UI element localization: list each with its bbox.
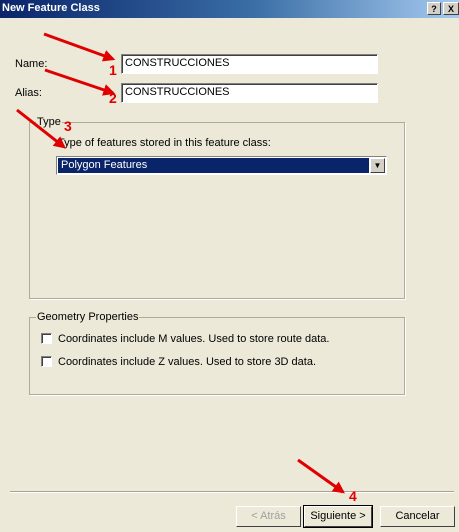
- arrow-3: [16, 108, 66, 149]
- annotation-3: 3: [64, 118, 72, 134]
- annotation-arrows: [16, 32, 345, 494]
- arrow-4: [297, 458, 345, 494]
- arrow-1: [43, 32, 116, 62]
- arrow-2: [44, 68, 116, 96]
- annotation-1: 1: [109, 62, 117, 78]
- annotation-4: 4: [349, 488, 357, 504]
- annotation-2: 2: [109, 90, 117, 106]
